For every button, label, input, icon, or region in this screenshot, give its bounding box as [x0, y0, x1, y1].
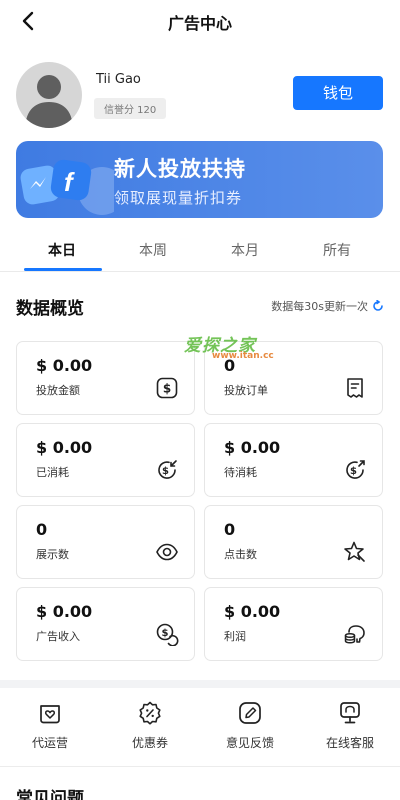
credit-score-badge: 信誉分 120: [94, 98, 167, 119]
receipt-icon: [347, 378, 363, 398]
stat-value: 0: [36, 520, 48, 539]
svg-text:$: $: [163, 382, 171, 396]
stat-card-pending[interactable]: $ 0.00 待消耗 $: [204, 423, 383, 497]
tool-label: 代运营: [31, 736, 68, 750]
active-tab-indicator: [24, 268, 102, 271]
stat-label: 投放订单: [224, 384, 268, 397]
profile-section: Tii Gao 信誉分 120 钱包: [0, 58, 400, 130]
stat-card-clicks[interactable]: 0 点击数: [204, 505, 383, 579]
stat-value: 0: [224, 520, 236, 539]
page-title: 广告中心: [167, 14, 232, 33]
stat-card-impressions[interactable]: 0 展示数: [16, 505, 195, 579]
dollar-square-icon: $: [156, 377, 178, 399]
tab-month[interactable]: 本月: [200, 240, 290, 260]
divider: [0, 766, 400, 767]
tool-label: 优惠券: [131, 736, 168, 750]
stat-value: $ 0.00: [36, 438, 93, 457]
avatar[interactable]: [16, 62, 82, 128]
stat-value: 0: [224, 356, 236, 375]
tab-all[interactable]: 所有: [292, 240, 382, 260]
user-name: Tii Gao: [96, 72, 141, 87]
stat-card-consumed[interactable]: $ 0.00 已消耗 $: [16, 423, 195, 497]
refresh-note-text: 数据每30s更新一次: [271, 300, 368, 313]
stat-value: $ 0.00: [36, 602, 93, 621]
eye-icon: [156, 543, 178, 561]
stat-label: 待消耗: [224, 466, 257, 479]
stat-card-profit[interactable]: $ 0.00 利润: [204, 587, 383, 661]
heart-box-icon: [40, 705, 60, 724]
banner-title: 新人投放扶持: [114, 157, 246, 181]
tool-online-support[interactable]: 在线客服: [300, 700, 400, 751]
stat-label: 广告收入: [36, 630, 80, 643]
edit-icon: [239, 702, 261, 724]
tool-label: 意见反馈: [225, 736, 274, 750]
tool-agency-operation[interactable]: 代运营: [0, 700, 100, 751]
tab-today[interactable]: 本日: [17, 240, 107, 260]
coin-arrow-in-icon: $: [158, 460, 177, 479]
social-media-badges-icon: f: [20, 159, 114, 215]
discount-badge-icon: [139, 701, 161, 725]
overview-title: 数据概览: [16, 299, 84, 319]
svg-text:$: $: [350, 466, 357, 477]
stat-label: 投放金额: [36, 384, 80, 397]
refresh-icon: [373, 300, 383, 311]
coin-stack-icon: $: [156, 623, 179, 646]
stat-value: $ 0.00: [224, 438, 281, 457]
stat-label: 已消耗: [36, 466, 69, 479]
tab-week[interactable]: 本周: [108, 240, 198, 260]
coin-arrow-out-icon: $: [346, 460, 365, 479]
promo-banner[interactable]: f 新人投放扶持 领取展现量折扣券: [16, 141, 383, 218]
period-tabs: 本日 本周 本月 所有: [0, 232, 400, 272]
top-bar: 广告中心: [0, 0, 400, 44]
stat-card-spend[interactable]: $ 0.00 投放金额 $: [16, 341, 195, 415]
tool-label: 在线客服: [325, 736, 374, 750]
section-divider: [0, 680, 400, 688]
support-icon: [340, 702, 360, 724]
svg-text:$: $: [162, 628, 169, 639]
user-placeholder-icon: [25, 75, 73, 128]
stat-value: $ 0.00: [224, 602, 281, 621]
tool-feedback[interactable]: 意见反馈: [200, 700, 300, 751]
piggy-coins-icon: [344, 625, 365, 644]
stat-label: 利润: [224, 630, 246, 643]
stat-label: 点击数: [224, 548, 257, 561]
stat-label: 展示数: [36, 548, 69, 561]
tool-coupons[interactable]: 优惠券: [100, 700, 200, 751]
banner-subtitle: 领取展现量折扣券: [114, 189, 243, 207]
svg-text:$: $: [162, 466, 169, 477]
stat-card-orders[interactable]: 0 投放订单: [204, 341, 383, 415]
star-click-icon: [344, 541, 365, 562]
stat-card-ad-revenue[interactable]: $ 0.00 广告收入 $: [16, 587, 195, 661]
stat-value: $ 0.00: [36, 356, 93, 375]
faq-title: 常见问题: [16, 789, 84, 800]
refresh-note[interactable]: 数据每30s更新一次: [271, 298, 384, 314]
wallet-button[interactable]: 钱包: [293, 76, 383, 110]
